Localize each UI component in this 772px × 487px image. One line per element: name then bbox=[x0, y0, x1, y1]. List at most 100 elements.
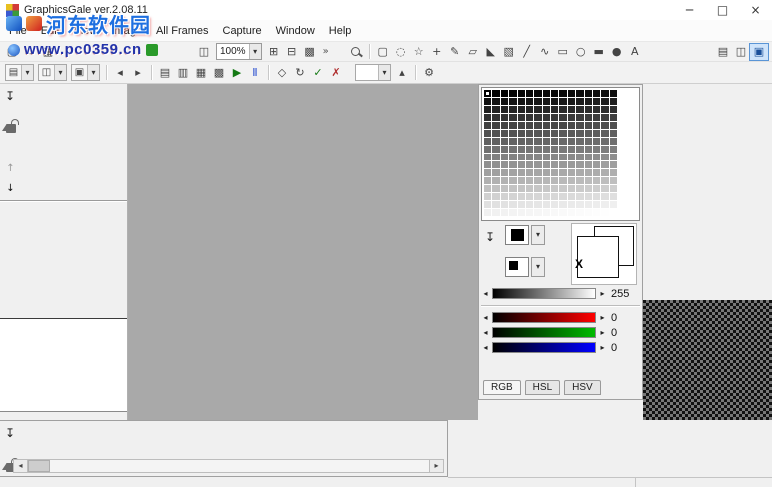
foreground-color-combo[interactable]: ▾ bbox=[505, 225, 545, 245]
green-decrease-button[interactable]: ◂ bbox=[481, 327, 490, 338]
palette-cell-19[interactable] bbox=[509, 97, 517, 105]
palette-cell-181[interactable] bbox=[525, 177, 534, 185]
pin-icon[interactable]: ↧ bbox=[5, 90, 15, 102]
foreground-color-swatch[interactable] bbox=[505, 225, 529, 245]
delete-frame-button[interactable]: ▦ bbox=[192, 65, 210, 81]
palette-cell-110[interactable] bbox=[601, 137, 609, 145]
palette-cell-150[interactable] bbox=[534, 161, 542, 169]
menu-window[interactable]: Window bbox=[269, 22, 322, 40]
scrollbar-track[interactable] bbox=[28, 460, 429, 472]
palette-cell-138[interactable] bbox=[567, 153, 576, 161]
palette-cell-41[interactable] bbox=[559, 105, 567, 113]
palette-cell-234[interactable] bbox=[567, 201, 576, 209]
palette-cell-61[interactable] bbox=[592, 113, 601, 121]
palette-cell-44[interactable] bbox=[584, 105, 592, 113]
next-frame-button[interactable]: ▸ bbox=[129, 65, 147, 81]
palette-cell-35[interactable] bbox=[509, 105, 517, 113]
palette-cell-24[interactable] bbox=[551, 97, 559, 105]
background-color-swatch[interactable] bbox=[505, 257, 529, 277]
palette-cell-107[interactable] bbox=[576, 137, 584, 145]
duplicate-frame-button[interactable]: ▥ bbox=[174, 65, 192, 81]
palette-cell-159[interactable] bbox=[609, 161, 617, 169]
pin-icon[interactable]: ↧ bbox=[5, 427, 15, 439]
palette-cell-33[interactable] bbox=[492, 105, 500, 113]
palette-cell-9[interactable] bbox=[559, 90, 567, 97]
palette-cell-135[interactable] bbox=[542, 153, 550, 161]
palette-cell-125[interactable] bbox=[592, 145, 601, 153]
tile-preview-button[interactable]: ▩ bbox=[301, 44, 319, 60]
palette-cell-128[interactable] bbox=[484, 153, 492, 161]
red-decrease-button[interactable]: ◂ bbox=[481, 312, 490, 323]
palette-cell-55[interactable] bbox=[542, 113, 550, 121]
palette-cell-59[interactable] bbox=[576, 113, 584, 121]
palette-cell-147[interactable] bbox=[509, 161, 517, 169]
palette-cell-87[interactable] bbox=[542, 129, 550, 137]
palette-cell-84[interactable] bbox=[517, 129, 525, 137]
fill-tool-button[interactable]: ◣ bbox=[482, 44, 500, 60]
palette-cell-140[interactable] bbox=[584, 153, 592, 161]
ellipse-tool-button[interactable]: ○ bbox=[572, 44, 590, 60]
save-format-combo[interactable]: ▤ ▾ bbox=[5, 64, 34, 81]
palette-cell-127[interactable] bbox=[609, 145, 617, 153]
palette-cell-206[interactable] bbox=[601, 185, 609, 193]
toggle-preview-window-button[interactable]: ◫ bbox=[732, 44, 750, 60]
palette-cell-90[interactable] bbox=[567, 129, 576, 137]
palette-cell-65[interactable] bbox=[492, 121, 500, 129]
palette-cell-166[interactable] bbox=[534, 169, 542, 177]
pencil-tool-button[interactable]: ✎ bbox=[446, 44, 464, 60]
palette-cell-212[interactable] bbox=[517, 193, 525, 201]
palette-cell-252[interactable] bbox=[584, 209, 592, 216]
menu-help[interactable]: Help bbox=[322, 22, 359, 40]
palette-cell-109[interactable] bbox=[592, 137, 601, 145]
text-tool-button[interactable]: A bbox=[626, 44, 644, 60]
palette-cell-220[interactable] bbox=[584, 193, 592, 201]
palette-cell-231[interactable] bbox=[542, 201, 550, 209]
palette-cell-89[interactable] bbox=[559, 129, 567, 137]
palette-cell-185[interactable] bbox=[559, 177, 567, 185]
palette-cell-142[interactable] bbox=[601, 153, 609, 161]
palette-cell-95[interactable] bbox=[609, 129, 617, 137]
palette-cell-20[interactable] bbox=[517, 97, 525, 105]
palette-cell-7[interactable] bbox=[542, 90, 550, 97]
palette-cell-21[interactable] bbox=[525, 97, 534, 105]
palette-cell-112[interactable] bbox=[484, 145, 492, 153]
palette-cell-31[interactable] bbox=[609, 97, 617, 105]
palette-cell-81[interactable] bbox=[492, 129, 500, 137]
maximize-button[interactable]: □ bbox=[706, 0, 739, 20]
palette-cell-224[interactable] bbox=[484, 201, 492, 209]
horizontal-scrollbar[interactable]: ◂ ▸ bbox=[13, 459, 444, 473]
palette-cell-64[interactable] bbox=[484, 121, 492, 129]
palette-cell-165[interactable] bbox=[525, 169, 534, 177]
palette-cell-239[interactable] bbox=[609, 201, 617, 209]
palette-cell-189[interactable] bbox=[592, 177, 601, 185]
palette-cell-195[interactable] bbox=[509, 185, 517, 193]
palette-cell-57[interactable] bbox=[559, 113, 567, 121]
palette-cell-141[interactable] bbox=[592, 153, 601, 161]
settings-button[interactable]: ⚙ bbox=[420, 65, 438, 81]
alpha-decrease-button[interactable]: ◂ bbox=[481, 288, 490, 299]
palette-cell-193[interactable] bbox=[492, 185, 500, 193]
palette-cell-74[interactable] bbox=[567, 121, 576, 129]
palette-cell-60[interactable] bbox=[584, 113, 592, 121]
palette-cell-225[interactable] bbox=[492, 201, 500, 209]
palette-cell-5[interactable] bbox=[525, 90, 534, 97]
toolbar-overflow[interactable]: » bbox=[319, 46, 333, 57]
palette-cell-72[interactable] bbox=[551, 121, 559, 129]
palette-cell-245[interactable] bbox=[525, 209, 534, 216]
loop-playback-button[interactable]: ↻ bbox=[291, 65, 309, 81]
palette-cell-171[interactable] bbox=[576, 169, 584, 177]
palette-cell-202[interactable] bbox=[567, 185, 576, 193]
palette-cell-22[interactable] bbox=[534, 97, 542, 105]
palette-cell-29[interactable] bbox=[592, 97, 601, 105]
palette-cell-174[interactable] bbox=[601, 169, 609, 177]
palette-cell-204[interactable] bbox=[584, 185, 592, 193]
palette-cell-169[interactable] bbox=[559, 169, 567, 177]
palette-cell-170[interactable] bbox=[567, 169, 576, 177]
palette-cell-17[interactable] bbox=[492, 97, 500, 105]
palette-cell-25[interactable] bbox=[559, 97, 567, 105]
palette-cell-39[interactable] bbox=[542, 105, 550, 113]
palette-cell-120[interactable] bbox=[551, 145, 559, 153]
palette-cell-241[interactable] bbox=[492, 209, 500, 216]
palette-cell-163[interactable] bbox=[509, 169, 517, 177]
palette-cell-48[interactable] bbox=[484, 113, 492, 121]
